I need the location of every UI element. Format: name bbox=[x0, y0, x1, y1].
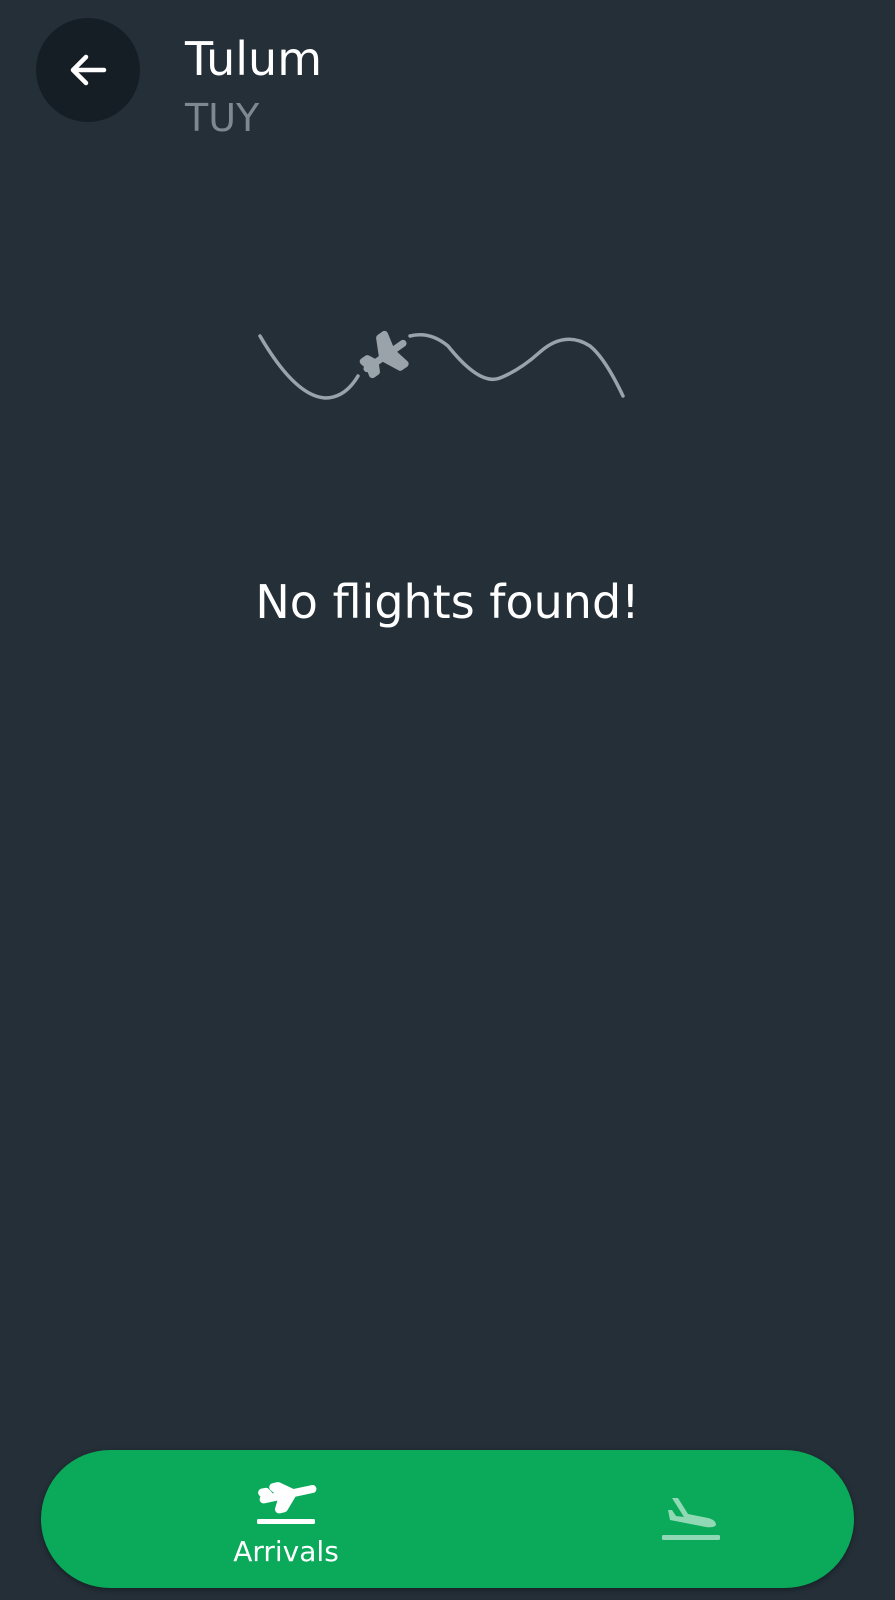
tab-arrivals[interactable]: Arrivals bbox=[156, 1450, 416, 1588]
flight-path-right bbox=[408, 333, 625, 398]
back-button[interactable] bbox=[36, 18, 140, 122]
flight-land-icon bbox=[662, 1498, 720, 1540]
airplane-flight-path-icon bbox=[258, 330, 625, 400]
tab-departures[interactable] bbox=[561, 1450, 821, 1588]
flight-path-left bbox=[258, 334, 360, 400]
bottom-navigation: Arrivals bbox=[41, 1450, 854, 1588]
airplane-icon bbox=[359, 330, 409, 379]
empty-state-message: No flights found! bbox=[255, 575, 640, 629]
flight-takeoff-icon bbox=[257, 1482, 317, 1524]
page-title: Tulum bbox=[185, 32, 323, 86]
tab-arrivals-label: Arrivals bbox=[233, 1535, 339, 1568]
arrow-left-icon bbox=[70, 54, 107, 86]
airport-code: TUY bbox=[185, 96, 260, 140]
